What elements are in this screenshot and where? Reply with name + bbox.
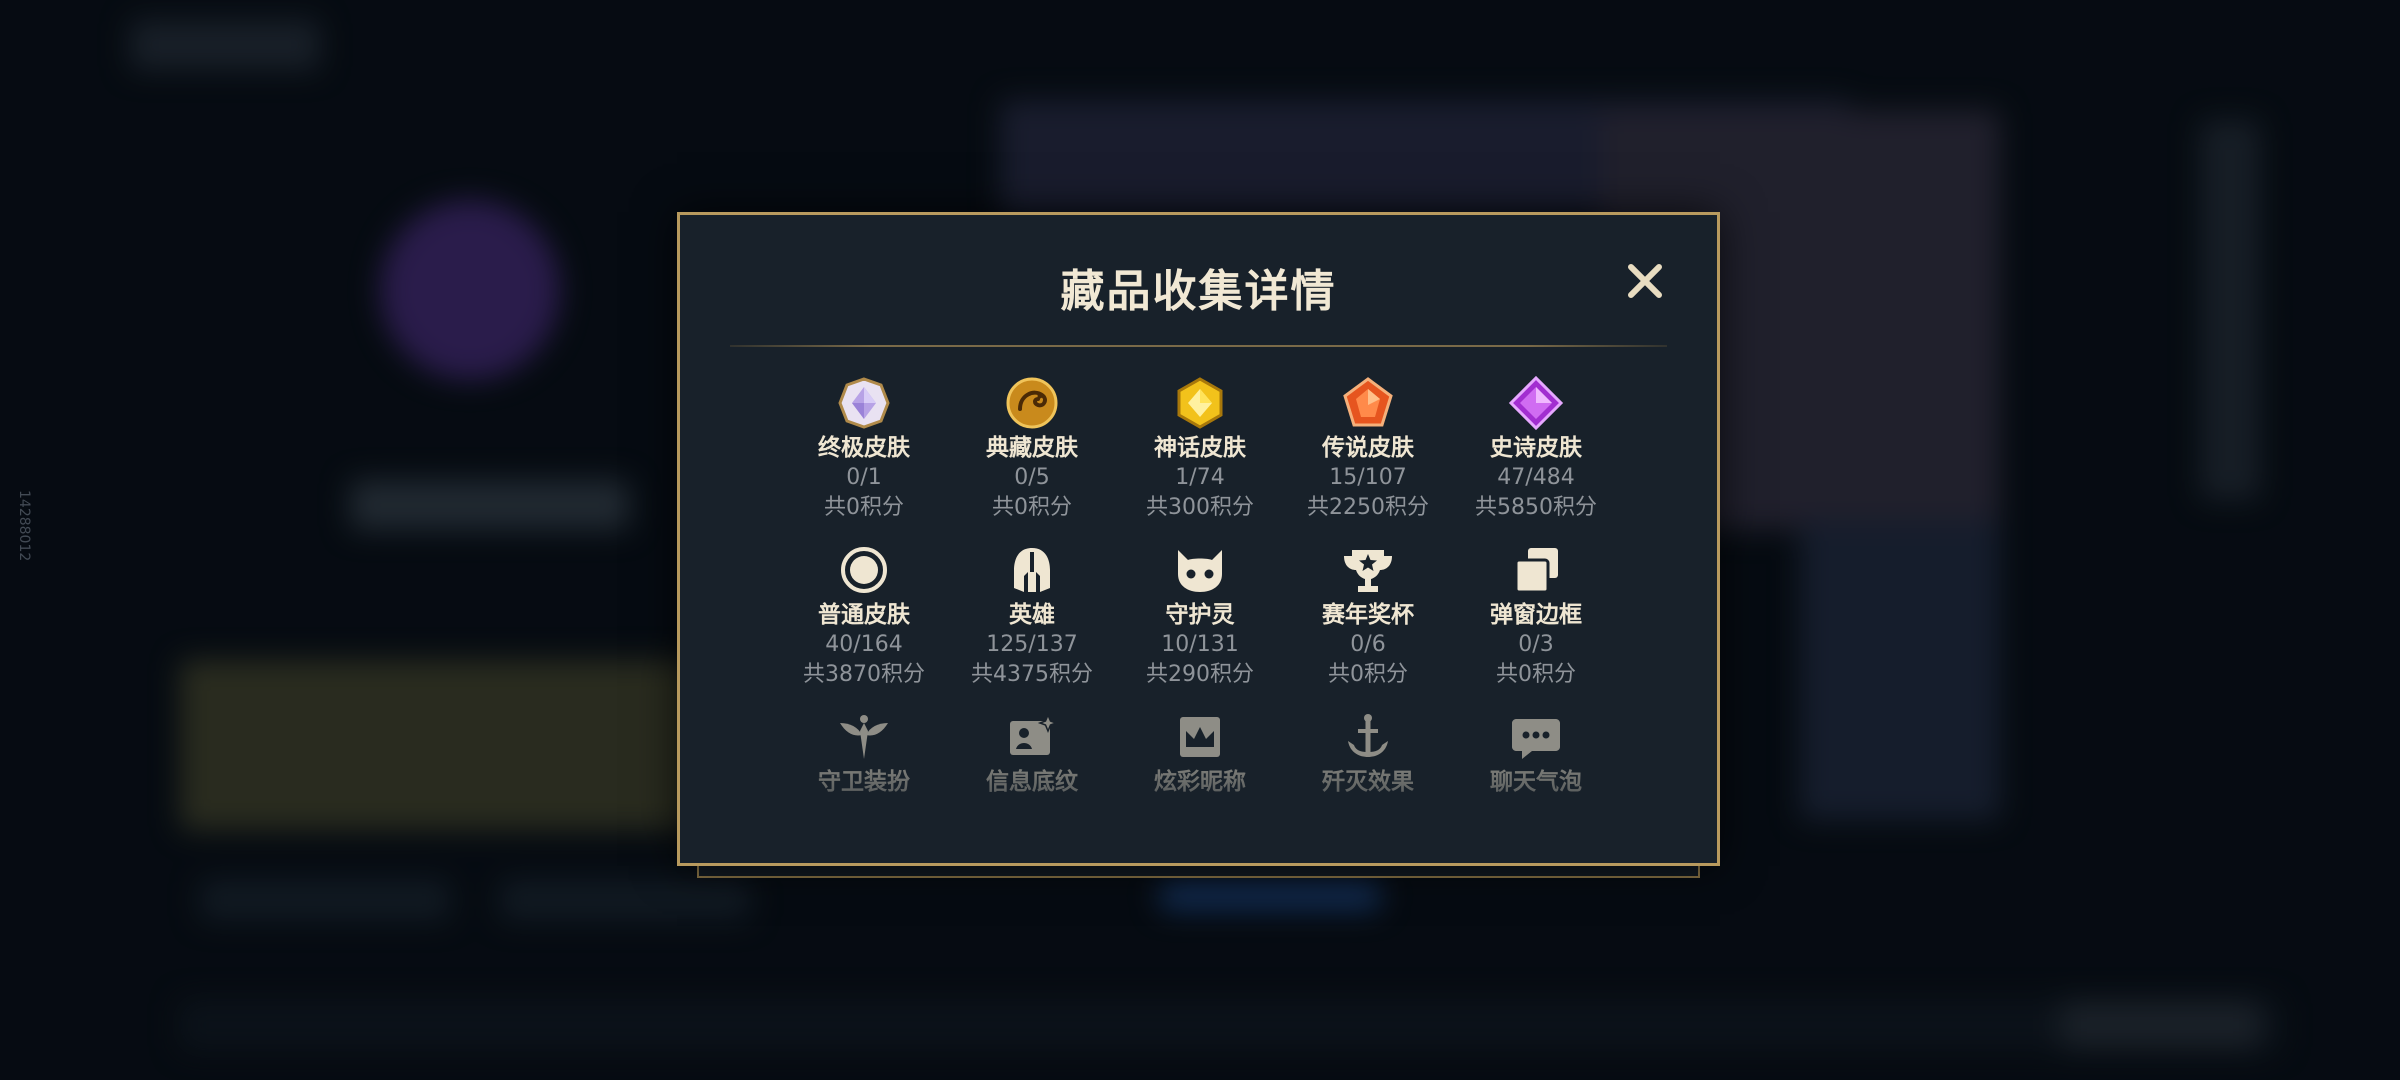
helmet-icon	[1014, 548, 1050, 592]
collection-item-label: 神话皮肤	[1154, 435, 1246, 461]
legendary-gem-icon	[1343, 377, 1393, 427]
collection-item-epic[interactable]: 史诗皮肤 47/484 共5850积分	[1452, 375, 1620, 542]
collection-item-points: 共290积分	[1146, 662, 1254, 687]
collection-item-normal-skin[interactable]: 普通皮肤 40/164 共3870积分	[780, 542, 948, 709]
collection-item-label: 聊天气泡	[1490, 769, 1582, 795]
collection-item-kill-effect[interactable]: 歼灭效果	[1284, 709, 1452, 835]
collection-item-points: 共3870积分	[803, 662, 925, 687]
collection-item-label: 英雄	[1009, 602, 1055, 628]
chat-bubble-icon	[1512, 719, 1560, 759]
collection-item-label: 终极皮肤	[818, 435, 910, 461]
collection-item-count: 0/5	[1014, 465, 1050, 490]
collection-item-legendary[interactable]: 传说皮肤 15/107 共2250积分	[1284, 375, 1452, 542]
side-id-text: 14288012	[16, 490, 32, 562]
crown-card-icon	[1180, 717, 1220, 757]
collection-details-modal: 藏品收集详情 终极皮肤 0/1 共0积分 典藏皮肤 0/5 共0积分 神话皮肤 …	[677, 212, 1720, 866]
modal-underlayer	[697, 866, 1700, 878]
collection-item-mythic[interactable]: 神话皮肤 1/74 共300积分	[1116, 375, 1284, 542]
ward-wings-icon	[840, 715, 888, 759]
collection-grid[interactable]: 终极皮肤 0/1 共0积分 典藏皮肤 0/5 共0积分 神话皮肤 1/74 共3…	[780, 375, 1620, 835]
collection-item-count: 125/137	[986, 632, 1078, 657]
close-icon	[1628, 264, 1662, 298]
collection-item-label: 歼灭效果	[1322, 769, 1414, 795]
collection-item-season-trophy[interactable]: 赛年奖杯 0/6 共0积分	[1284, 542, 1452, 709]
collection-item-count: 1/74	[1175, 465, 1225, 490]
collection-item-points: 共0积分	[1496, 662, 1576, 687]
collection-item-label: 普通皮肤	[818, 602, 910, 628]
collection-item-info-pattern[interactable]: 信息底纹	[948, 709, 1116, 835]
collection-item-ultimate[interactable]: 终极皮肤 0/1 共0积分	[780, 375, 948, 542]
modal-title: 藏品收集详情	[1060, 266, 1337, 317]
collection-item-label: 传说皮肤	[1322, 435, 1414, 461]
collection-item-guardian[interactable]: 守护灵 10/131 共290积分	[1116, 542, 1284, 709]
collection-row-2: 普通皮肤 40/164 共3870积分 英雄 125/137 共4375积分 守…	[780, 542, 1620, 709]
collection-row-3: 守卫装扮 信息底纹 炫彩昵称 歼灭效果 聊天气泡	[780, 709, 1620, 835]
collection-item-champion[interactable]: 英雄 125/137 共4375积分	[948, 542, 1116, 709]
collection-item-count: 15/107	[1329, 465, 1407, 490]
collection-item-count: 0/3	[1518, 632, 1554, 657]
card-sparkle-icon	[1010, 713, 1059, 755]
ultimate-gem-icon	[838, 377, 890, 429]
collection-item-label: 炫彩昵称	[1154, 769, 1246, 795]
collection-item-label: 信息底纹	[986, 769, 1078, 795]
collection-item-points: 共2250积分	[1307, 495, 1429, 520]
collection-item-label: 弹窗边框	[1490, 602, 1582, 628]
collection-item-count: 47/484	[1497, 465, 1575, 490]
collection-item-label: 守卫装扮	[818, 769, 910, 795]
collection-item-label: 守护灵	[1165, 602, 1235, 628]
collection-item-points: 共300积分	[1146, 495, 1254, 520]
frames-icon	[1514, 548, 1558, 594]
close-button[interactable]	[1621, 257, 1669, 305]
collection-item-count: 10/131	[1161, 632, 1239, 657]
epic-gem-icon	[1508, 375, 1564, 431]
collection-item-points: 共0积分	[824, 495, 904, 520]
dragon-emblem-icon	[1006, 377, 1058, 429]
title-divider	[730, 345, 1667, 347]
collection-item-label: 典藏皮肤	[986, 435, 1078, 461]
collection-item-label: 史诗皮肤	[1490, 435, 1582, 461]
collection-item-points: 共0积分	[1328, 662, 1408, 687]
collection-item-popup-frame[interactable]: 弹窗边框 0/3 共0积分	[1452, 542, 1620, 709]
collection-item-points: 共5850积分	[1475, 495, 1597, 520]
trophy-icon	[1344, 550, 1392, 592]
collection-item-heritage[interactable]: 典藏皮肤 0/5 共0积分	[948, 375, 1116, 542]
collection-item-points: 共0积分	[992, 495, 1072, 520]
guardian-face-icon	[1178, 550, 1222, 592]
collection-item-count: 0/6	[1350, 632, 1386, 657]
ring-icon	[841, 547, 887, 593]
collection-item-count: 0/1	[846, 465, 882, 490]
collection-item-ward-skin[interactable]: 守卫装扮	[780, 709, 948, 835]
collection-item-color-nickname[interactable]: 炫彩昵称	[1116, 709, 1284, 835]
collection-item-count: 40/164	[825, 632, 903, 657]
collection-item-label: 赛年奖杯	[1322, 602, 1414, 628]
anchor-icon	[1348, 714, 1388, 757]
collection-item-points: 共4375积分	[971, 662, 1093, 687]
collection-item-chat-bubble[interactable]: 聊天气泡	[1452, 709, 1620, 835]
collection-row-1: 终极皮肤 0/1 共0积分 典藏皮肤 0/5 共0积分 神话皮肤 1/74 共3…	[780, 375, 1620, 542]
mythic-gem-icon	[1177, 377, 1223, 429]
